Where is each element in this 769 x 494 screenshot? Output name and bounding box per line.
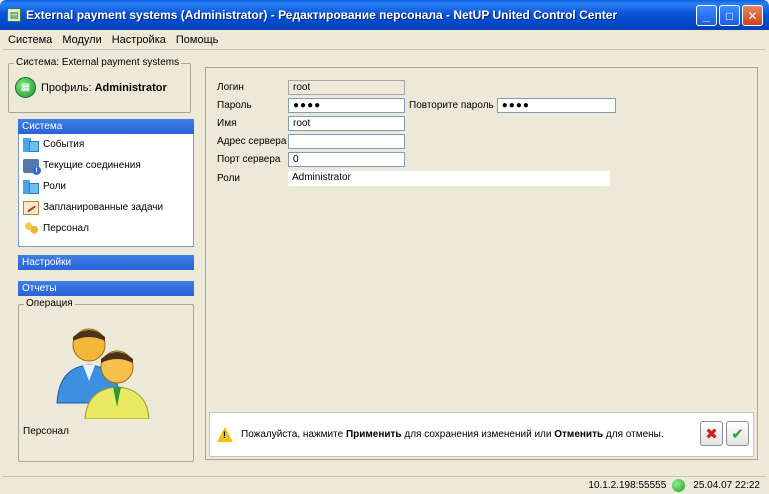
sidebar-item-roles[interactable]: Роли [19,176,193,197]
main-panel: Логин root Пароль ●●●● Повторите пароль … [205,67,758,460]
server-port-row: Порт сервера 0 [217,152,405,167]
scheduled-tasks-icon [23,200,39,215]
server-port-label: Порт сервера [217,154,281,165]
server-address-row: Адрес сервера [217,134,405,149]
login-row: Логин root [217,80,405,95]
operation-legend: Операция [24,298,75,309]
sidebar-item-label: Роли [43,181,66,192]
notice-text: Пожалуйста, нажмите Применить для сохран… [241,429,664,440]
server-address-status: 10.1.2.198:55555 [588,480,667,491]
notice-middle: для сохранения изменений или [401,429,555,440]
name-label: Имя [217,118,237,129]
apply-button[interactable]: ✔ [726,421,749,446]
window-controls: _ □ ✕ [696,5,763,26]
name-field[interactable]: root [288,116,405,131]
system-nav: События Текущие соединения Роли Запланир… [18,134,194,247]
menu-bar: Система Модули Настройка Помощь [3,30,766,50]
status-datetime: 25.04.07 22:22 [693,480,760,491]
notice-suffix: для отмены. [603,429,664,440]
title-bar[interactable]: ▤ External payment systems (Administrato… [0,0,769,30]
roles-icon [23,179,39,194]
password-field[interactable]: ●●●● [288,98,405,113]
notice-prefix: Пожалуйста, нажмите [241,429,346,440]
profile-label: Профиль: Administrator [41,82,167,94]
notice-apply: Применить [345,429,402,440]
sidebar-item-staff[interactable]: Персонал [19,218,193,239]
notice-cancel: Отменить [554,429,604,440]
sidebar-item-events[interactable]: События [19,134,193,155]
cancel-button[interactable]: ✖ [700,421,723,446]
status-bar: 10.1.2.198:55555 25.04.07 22:22 [3,476,766,494]
profile: ▦ Профиль: Administrator [15,77,167,98]
profile-icon: ▦ [15,77,36,98]
system-legend: Система: External payment systems [14,57,182,68]
left-panel: Система: External payment systems ▦ Проф… [3,52,196,470]
sidebar-item-label: Персонал [43,223,89,234]
system-group: Система: External payment systems ▦ Проф… [8,57,191,113]
roles-label: Роли [217,173,240,184]
app-icon: ▤ [7,8,21,22]
server-port-field[interactable]: 0 [288,152,405,167]
events-icon [23,137,39,152]
maximize-button[interactable]: □ [719,5,740,26]
name-row: Имя root [217,116,405,131]
connection-status-icon [672,479,686,492]
sidebar-item-connections[interactable]: Текущие соединения [19,155,193,176]
sidebar-item-scheduled-tasks[interactable]: Запланированные задачи [19,197,193,218]
roles-row: Роли Administrator [217,171,610,186]
sidebar-item-label: Запланированные задачи [43,202,164,213]
login-field: root [288,80,405,95]
server-address-label: Адрес сервера [217,136,287,147]
close-button[interactable]: ✕ [742,5,763,26]
minimize-button[interactable]: _ [696,5,717,26]
section-reports[interactable]: Отчеты [18,281,194,296]
notice-bar: ! Пожалуйста, нажмите Применить для сохр… [209,412,754,457]
password-label: Пароль [217,100,252,111]
menu-modules[interactable]: Модули [57,34,106,46]
profile-value: Administrator [94,81,167,94]
profile-label-text: Профиль: [41,81,92,94]
staff-icon [23,221,39,236]
roles-field[interactable]: Administrator [288,171,610,186]
staff-large-icon [56,328,150,419]
sidebar-item-label: События [43,139,85,150]
section-settings[interactable]: Настройки [18,255,194,270]
warning-icon: ! [217,427,233,442]
server-address-field[interactable] [288,134,405,149]
operation-group: Операция Персонал [18,298,194,462]
operation-caption: Персонал [23,426,69,437]
menu-help[interactable]: Помощь [171,34,224,46]
connections-icon [23,158,41,175]
menu-system[interactable]: Система [3,34,57,46]
section-system[interactable]: Система [18,119,194,134]
menu-settings[interactable]: Настройка [107,34,171,46]
action-buttons: ✖ ✔ [700,421,749,446]
repeat-password-field[interactable]: ●●●● [496,98,616,113]
password-row: Пароль ●●●● Повторите пароль ●●●● [217,98,616,113]
window-title: External payment systems (Administrator)… [26,8,618,22]
repeat-password-label: Повторите пароль [409,100,494,111]
login-label: Логин [217,82,244,93]
sidebar-item-label: Текущие соединения [43,160,141,171]
